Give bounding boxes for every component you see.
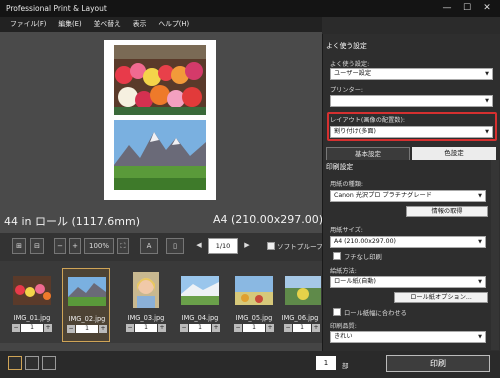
softproof-label: ソフトプルーフ [277, 243, 323, 251]
mountain-photo[interactable] [114, 120, 206, 190]
menu-bar: ファイル(F) 編集(E) 並べ替え 表示 ヘルプ(H) [0, 17, 322, 32]
favorites-heading: よく使う設定 [326, 42, 367, 50]
qty-value[interactable]: 1 [135, 324, 157, 332]
paper-size-label: 用紙サイズ: [330, 227, 363, 234]
thumbnail-image [181, 276, 219, 305]
thumbnail-image [133, 272, 159, 308]
thumbnail-name: IMG_03.jpg [127, 314, 165, 322]
quality-label: 印刷品質: [330, 323, 357, 330]
qty-minus[interactable]: − [12, 324, 20, 332]
next-page-icon[interactable]: ▶ [240, 238, 254, 254]
qty-value[interactable]: 1 [293, 324, 311, 332]
thumbnail-scrollbar[interactable] [0, 343, 322, 351]
menu-sort[interactable]: 並べ替え [88, 17, 127, 32]
media-type-select[interactable]: Canon 光沢プロ プラチナグレード ▼ [330, 190, 486, 202]
thumbnail-item[interactable]: IMG_03.jpg −1 + [122, 268, 170, 342]
borderless-label: フチなし印刷 [344, 254, 382, 261]
qty-value[interactable]: 1 [243, 324, 265, 332]
thumbnail-name: IMG_02.jpg [68, 315, 106, 323]
zoom-out-icon[interactable]: − [54, 238, 66, 254]
qty-minus[interactable]: − [180, 324, 188, 332]
copies-input[interactable]: 1 [316, 356, 336, 370]
thumbnail-item[interactable]: IMG_01.jpg −1 + [8, 268, 56, 342]
favorites-select[interactable]: ユーザー設定 ▼ [330, 68, 493, 80]
window-title: Professional Print & Layout [6, 4, 107, 13]
add-image-icon[interactable]: ⊞ [12, 238, 26, 254]
thumbnail-image [68, 277, 106, 306]
qty-minus[interactable]: − [67, 325, 75, 333]
minimize-button[interactable]: — [438, 1, 456, 16]
borderless-checkbox[interactable] [333, 252, 341, 260]
get-info-button[interactable]: 情報の取得 [406, 206, 488, 217]
softproof-checkbox[interactable] [267, 242, 275, 250]
thumbnail-image [235, 276, 273, 305]
thumbnail-image [285, 276, 321, 305]
qty-plus[interactable]: + [99, 325, 107, 333]
thumbnail-name: IMG_05.jpg [235, 314, 273, 322]
printer-select[interactable]: ▼ [330, 95, 493, 107]
roll-size-label: 44 in ロール (1117.6mm) [4, 215, 141, 228]
qty-plus[interactable]: + [44, 324, 52, 332]
quality-select[interactable]: きれい ▼ [330, 331, 486, 343]
flowers-photo[interactable] [114, 45, 206, 115]
paper-size-select[interactable]: A4 (210.00x297.00) ▼ [330, 236, 486, 248]
media-type-label: 用紙の種類: [330, 181, 364, 188]
qty-plus[interactable]: + [312, 324, 320, 332]
printer-label: プリンター: [330, 87, 364, 94]
close-button[interactable]: ✕ [478, 1, 496, 16]
thumbnail-item[interactable]: IMG_02.jpg −1 + [62, 268, 110, 342]
thumbnail-name: IMG_06.jpg [281, 314, 319, 322]
paper-size-label: A4 (210.00x297.00) [213, 213, 324, 226]
qty-minus[interactable]: − [234, 324, 242, 332]
page-indicator[interactable]: 1/10 [208, 238, 238, 254]
roll-options-button[interactable]: ロール紙オプション... [394, 292, 488, 303]
text-tool-button[interactable]: A [140, 238, 158, 254]
qty-value[interactable]: 1 [21, 324, 43, 332]
qty-value[interactable]: 1 [189, 324, 211, 332]
fit-roll-checkbox[interactable] [333, 308, 341, 316]
thumbnail-item[interactable]: IMG_06.jpg −1 + [280, 268, 321, 342]
qty-value[interactable]: 1 [76, 325, 98, 333]
menu-file[interactable]: ファイル(F) [4, 17, 52, 32]
copies-unit: 部 [342, 362, 349, 370]
thumbnail-name: IMG_04.jpg [181, 314, 219, 322]
menu-view[interactable]: 表示 [127, 17, 153, 32]
maximize-button[interactable]: ☐ [458, 1, 476, 16]
remove-image-icon[interactable]: ⊟ [30, 238, 44, 254]
layout-label: レイアウト(画像の配置数): [330, 117, 405, 124]
panel-scrollbar[interactable] [491, 160, 499, 350]
thumbnail-item[interactable]: IMG_04.jpg −1 + [176, 268, 224, 342]
qty-plus[interactable]: + [158, 324, 166, 332]
qty-plus[interactable]: + [212, 324, 220, 332]
menu-edit[interactable]: 編集(E) [52, 17, 87, 32]
page-setup-icon[interactable]: ▯ [166, 238, 184, 254]
single-view-icon[interactable] [8, 356, 22, 370]
paper-source-select[interactable]: ロール紙(自動) ▼ [330, 276, 486, 288]
fit-roll-label: ロール紙幅に合わせる [344, 310, 407, 317]
tab-color-settings[interactable]: 色設定 [412, 147, 496, 160]
favorites-label: よく使う設定: [330, 61, 370, 68]
fit-icon[interactable]: ⛶ [117, 238, 129, 254]
thumbnail-item[interactable]: IMG_05.jpg −1 + [230, 268, 278, 342]
qty-minus[interactable]: − [284, 324, 292, 332]
print-settings-heading: 印刷設定 [326, 163, 354, 171]
thumbnail-name: IMG_01.jpg [13, 314, 51, 322]
thumbnail-view-icon[interactable] [25, 356, 39, 370]
print-button[interactable]: 印刷 [386, 355, 490, 372]
layout-select[interactable]: 割り付け(多面) ▼ [330, 126, 493, 138]
paper-source-label: 給紙方法: [330, 268, 357, 275]
window-controls: — ☐ ✕ [438, 1, 496, 16]
thumbnail-image [13, 276, 51, 305]
menu-help[interactable]: ヘルプ(H) [152, 17, 195, 32]
split-view-icon[interactable] [42, 356, 56, 370]
zoom-in-icon[interactable]: + [69, 238, 81, 254]
qty-plus[interactable]: + [266, 324, 274, 332]
qty-minus[interactable]: − [126, 324, 134, 332]
tab-basic-settings[interactable]: 基本設定 [326, 147, 410, 160]
zoom-select[interactable]: 100% [84, 238, 114, 254]
prev-page-icon[interactable]: ◀ [192, 238, 206, 254]
